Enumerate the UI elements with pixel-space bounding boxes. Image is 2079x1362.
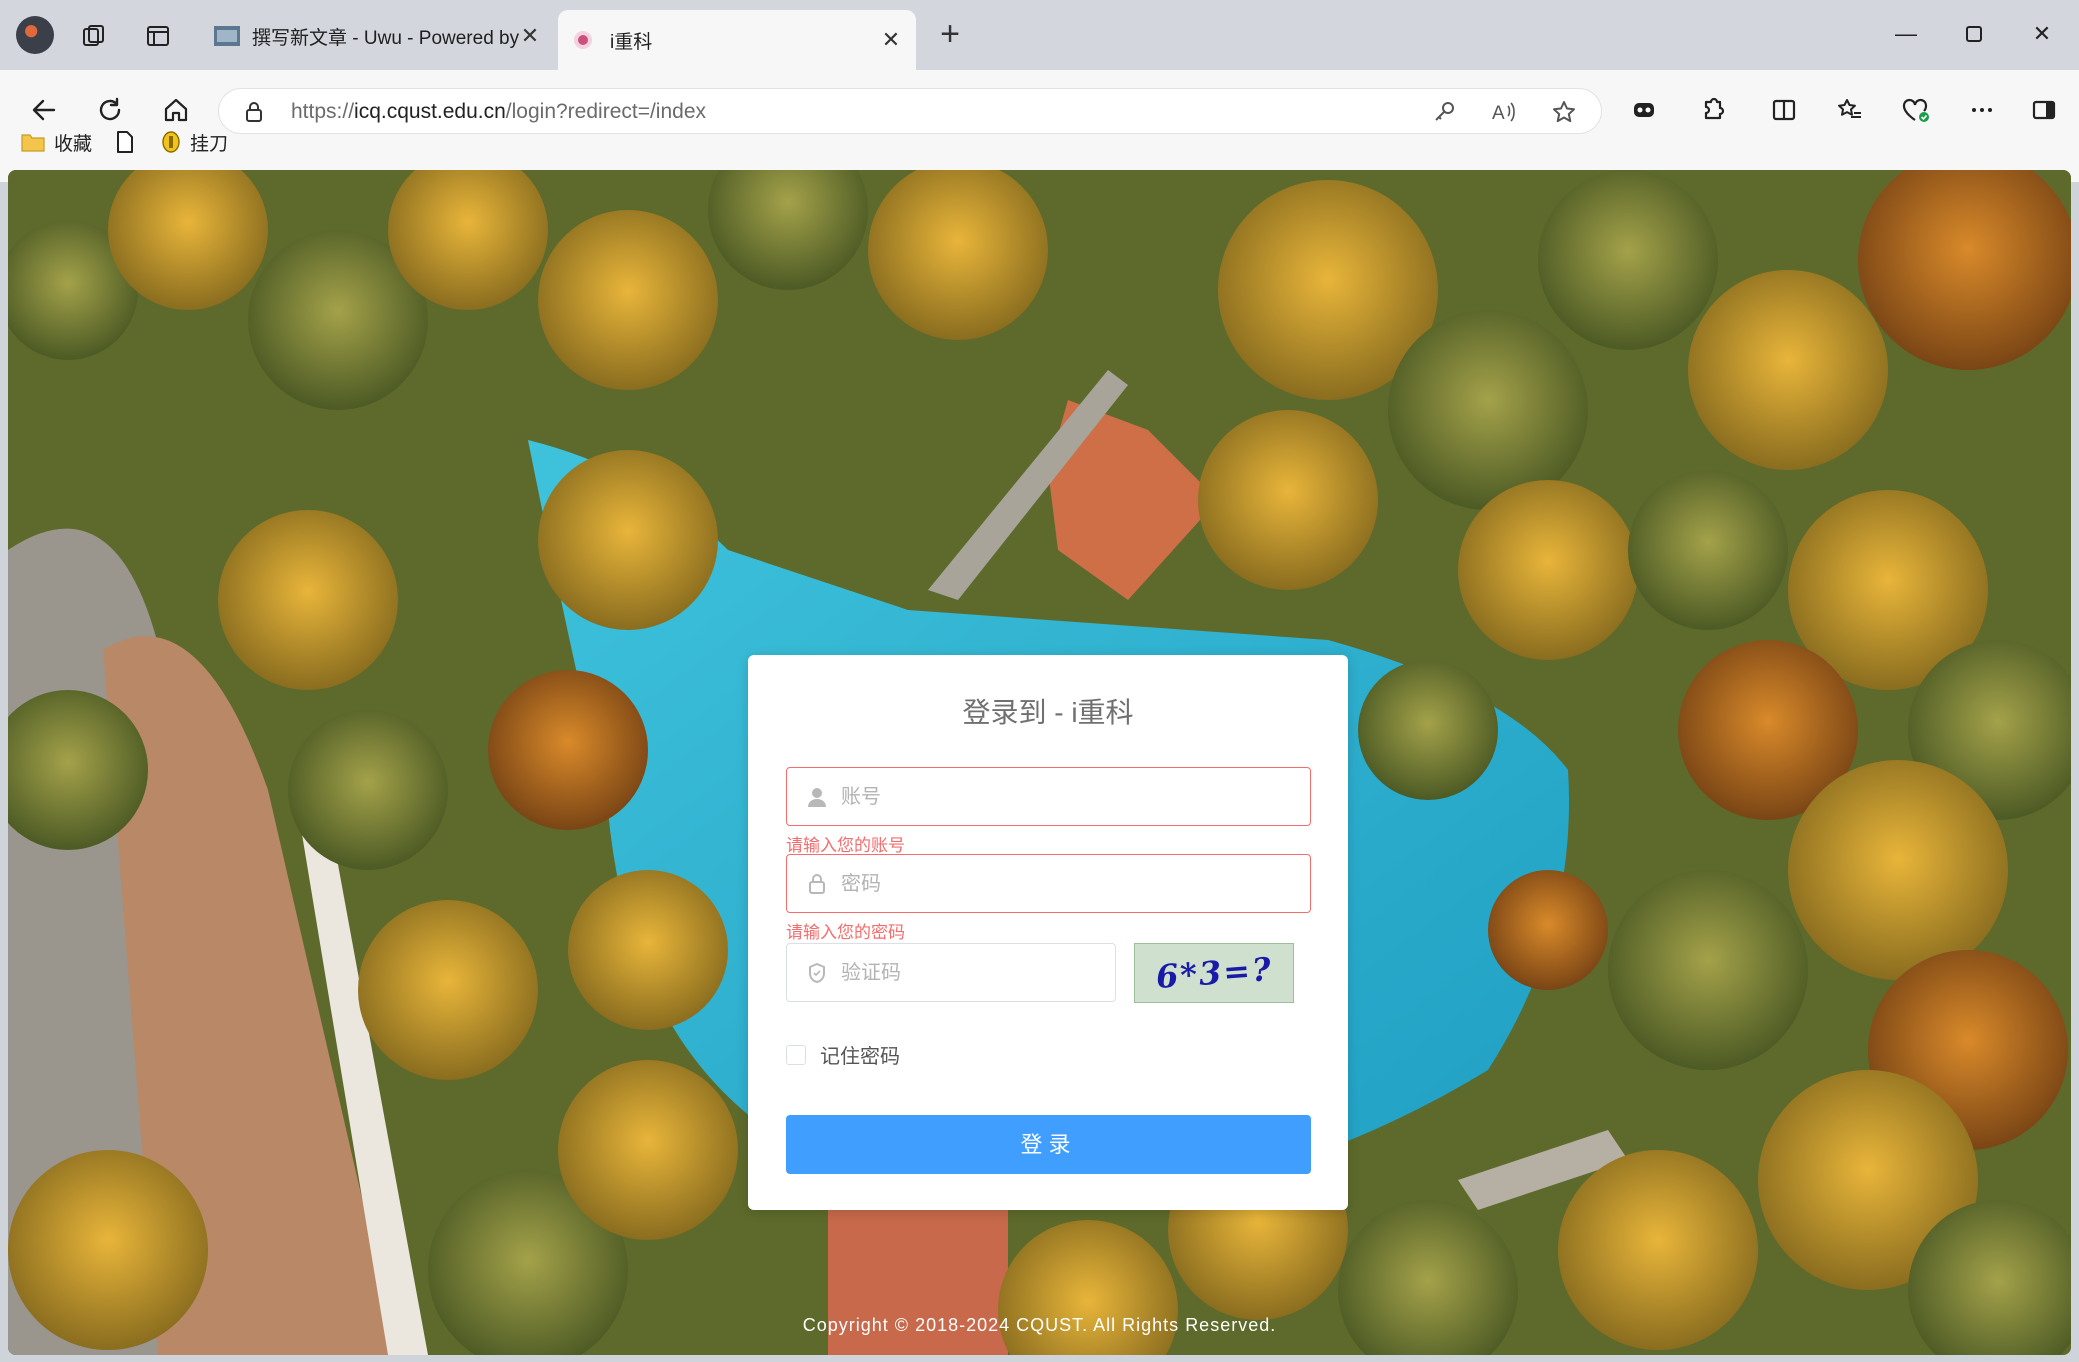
- captcha-text: 6*3=?: [1154, 949, 1274, 997]
- bookmark-page[interactable]: [114, 124, 136, 160]
- extensions-icon[interactable]: [1690, 88, 1734, 132]
- typecho-favicon-icon: [214, 26, 240, 46]
- close-tab-icon[interactable]: ✕: [519, 23, 541, 49]
- remember-checkbox[interactable]: [786, 1044, 806, 1065]
- login-card: 登录到 - i重科 请输入您的账号 请输入您的密码 6*3=? 记住: [748, 655, 1348, 1210]
- remember-label: 记住密码: [820, 1046, 900, 1068]
- tab-icq[interactable]: i重科 ✕: [558, 10, 916, 70]
- copyright-text: Copyright © 2018-2024 CQUST. All Rights …: [802, 1315, 1277, 1335]
- address-bar[interactable]: https://icq.cqust.edu.cn/login?redirect=…: [218, 88, 1602, 134]
- remember-password[interactable]: 记住密码: [786, 1040, 900, 1069]
- profile-avatar[interactable]: [16, 16, 54, 54]
- lock-icon[interactable]: [239, 97, 269, 127]
- sidebar-toggle-icon[interactable]: [2022, 88, 2066, 132]
- coin-icon: [162, 131, 180, 153]
- username-input[interactable]: [841, 778, 1141, 816]
- captcha-input[interactable]: [841, 954, 1091, 992]
- favorites-icon[interactable]: [1828, 88, 1872, 132]
- page-viewport: 登录到 - i重科 请输入您的账号 请输入您的密码 6*3=? 记住: [8, 170, 2071, 1355]
- username-error: 请输入您的账号: [786, 836, 905, 855]
- shield-icon: [805, 961, 829, 985]
- url-text[interactable]: https://icq.cqust.edu.cn/login?redirect=…: [291, 100, 706, 124]
- new-tab-button[interactable]: +: [930, 14, 970, 54]
- captcha-image[interactable]: 6*3=?: [1134, 943, 1294, 1003]
- copilot-icon[interactable]: [1622, 88, 1666, 132]
- page-icon: [117, 131, 133, 153]
- url-host: icq.cqust.edu.cn: [354, 100, 506, 123]
- bookmark-favorites-folder[interactable]: 收藏: [20, 124, 92, 160]
- svg-text:A: A: [1492, 103, 1505, 124]
- tab-typecho[interactable]: 撰写新文章 - Uwu - Powered by Typecho ✕: [200, 10, 555, 62]
- password-input[interactable]: [841, 865, 1141, 903]
- browser-navbar: https://icq.cqust.edu.cn/login?redirect=…: [0, 70, 2079, 182]
- url-scheme: https://: [291, 100, 355, 123]
- split-screen-icon[interactable]: [1762, 88, 1806, 132]
- workspaces-icon[interactable]: [74, 16, 114, 56]
- browser-titlebar: 撰写新文章 - Uwu - Powered by Typecho ✕ i重科 ✕…: [0, 0, 2079, 70]
- tab-title: i重科: [610, 31, 653, 53]
- login-title: 登录到 - i重科: [962, 697, 1134, 728]
- favorite-star-icon[interactable]: [1549, 97, 1579, 127]
- tab-actions-icon[interactable]: [138, 16, 178, 56]
- username-field[interactable]: [786, 767, 1311, 826]
- user-icon: [805, 785, 829, 809]
- minimize-icon[interactable]: —: [1886, 14, 1926, 54]
- folder-icon: [21, 134, 45, 152]
- icq-favicon-icon: [574, 31, 592, 49]
- bookmark-guadao[interactable]: 挂刀: [160, 124, 228, 160]
- captcha-field[interactable]: [786, 943, 1116, 1002]
- close-window-icon[interactable]: ✕: [2022, 14, 2062, 54]
- close-tab-icon[interactable]: ✕: [880, 27, 902, 53]
- login-button[interactable]: 登录: [786, 1115, 1311, 1174]
- more-menu-icon[interactable]: [1960, 88, 2004, 132]
- tab-title: 撰写新文章 - Uwu - Powered by Typecho: [252, 27, 519, 49]
- url-path: /login?redirect=/index: [505, 100, 707, 123]
- password-field[interactable]: [786, 854, 1311, 913]
- password-key-icon[interactable]: [1429, 97, 1459, 127]
- browser-essentials-icon[interactable]: [1894, 88, 1938, 132]
- maximize-icon[interactable]: [1954, 14, 1994, 54]
- bookmark-label: 收藏: [54, 133, 93, 155]
- read-aloud-icon[interactable]: A: [1489, 97, 1519, 127]
- password-error: 请输入您的密码: [786, 923, 905, 942]
- bookmark-label: 挂刀: [190, 133, 229, 155]
- lock-icon: [805, 872, 829, 896]
